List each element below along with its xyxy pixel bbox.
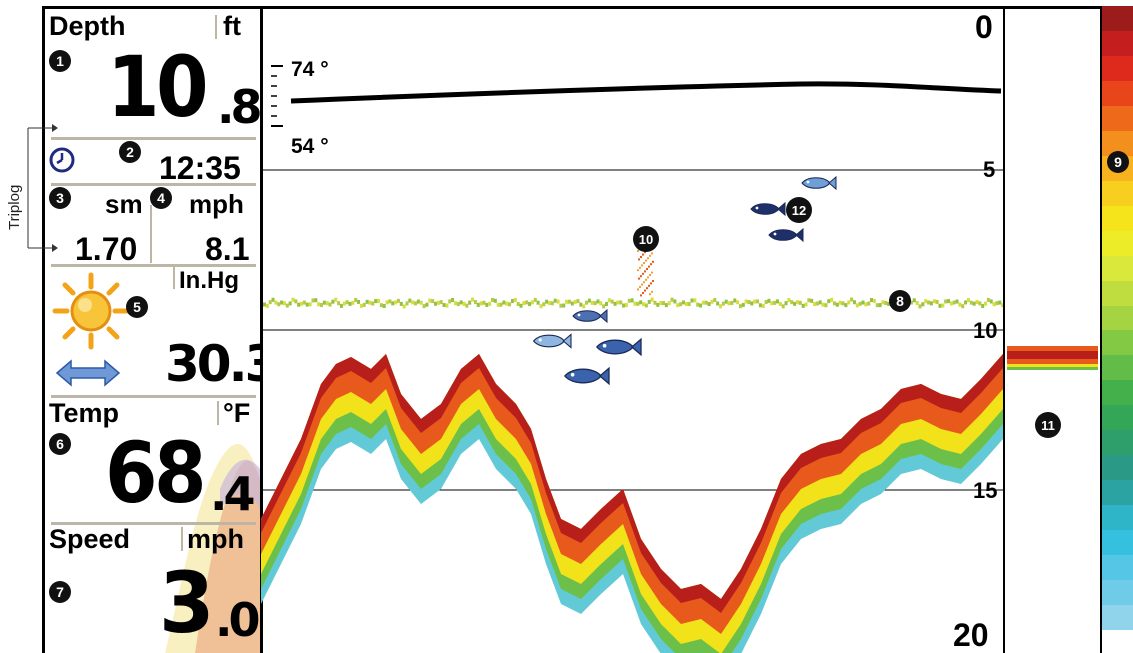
- fish-icon: [572, 308, 608, 324]
- depth-scale-0: 0: [975, 9, 993, 45]
- callout-8: 8: [889, 290, 911, 312]
- palette-swatch: [1102, 430, 1133, 456]
- palette-swatch: [1102, 30, 1133, 57]
- callout-6: 6: [49, 433, 71, 455]
- callout-2: 2: [119, 141, 141, 163]
- callout-10: 10: [633, 226, 659, 252]
- temperature-graph: [271, 65, 1002, 127]
- speed-unit: mph: [187, 524, 244, 554]
- palette-swatch: [1102, 480, 1133, 506]
- triplog-label: Triplog: [6, 184, 23, 230]
- time-value: 12:35: [159, 150, 241, 186]
- callout-4: 4: [150, 187, 172, 209]
- palette-swatch: [1102, 105, 1133, 132]
- fish-icon: [532, 333, 572, 349]
- fish-icon: [750, 201, 786, 217]
- depth-scale-15: 15: [973, 478, 998, 503]
- depth-unit: ft: [223, 11, 241, 41]
- palette-swatch: [1102, 255, 1133, 282]
- callout-3: 3: [49, 187, 71, 209]
- divider: [181, 527, 183, 551]
- temp-scale-bottom: 54 °: [291, 135, 329, 158]
- distance-value: 1.70: [75, 231, 138, 267]
- sonar-return-plume: [637, 250, 654, 297]
- callout-1: 1: [49, 50, 71, 72]
- pressure-value: 30.3: [165, 335, 260, 393]
- palette-swatch: [1102, 530, 1133, 556]
- callout-12: 12: [786, 197, 812, 223]
- palette-swatch: [1102, 405, 1133, 431]
- pressure-unit: In.Hg: [179, 267, 239, 294]
- palette-swatch: [1102, 555, 1133, 581]
- color-palette-bar: [1100, 6, 1133, 631]
- pressure-trend-arrow-icon: [55, 359, 121, 387]
- speed-small-value: 8.1: [205, 231, 250, 267]
- fishfinder-display: Depth ft 1 10 .8 2 12:35 3 sm 4 mph 1.70…: [0, 0, 1133, 653]
- temp-value-decimal: .4: [210, 467, 256, 521]
- palette-swatch: [1102, 80, 1133, 107]
- divider: [215, 15, 217, 39]
- callout-11: 11: [1035, 412, 1061, 438]
- palette-swatch: [1102, 205, 1133, 232]
- divider: [217, 401, 219, 425]
- temp-label: Temp: [49, 398, 120, 428]
- sun-icon: [52, 272, 130, 350]
- fish-icon: [563, 366, 610, 386]
- palette-swatch: [1102, 605, 1133, 631]
- palette-swatch: [1102, 355, 1133, 381]
- palette-swatch: [1102, 55, 1133, 82]
- divider: [51, 137, 256, 140]
- palette-swatch: [1102, 305, 1133, 331]
- fish-icon: [801, 175, 837, 191]
- palette-swatch: [1102, 580, 1133, 606]
- depth-scale-10: 10: [973, 318, 998, 343]
- speed-label: Speed: [49, 524, 131, 554]
- palette-swatch: [1102, 180, 1133, 207]
- temp-value-integer: 68: [105, 424, 207, 522]
- palette-swatch: [1102, 330, 1133, 356]
- real-time-sonar-column: 11: [1003, 6, 1102, 653]
- distance-unit: sm: [105, 189, 143, 219]
- fish-icon: [768, 227, 804, 243]
- bottom-contour: [261, 354, 1003, 653]
- callout-5: 5: [126, 296, 148, 318]
- divider: [150, 205, 152, 263]
- divider: [51, 183, 256, 186]
- depth-label: Depth: [49, 11, 126, 41]
- palette-swatch: [1102, 380, 1133, 406]
- digital-readout-panel: Depth ft 1 10 .8 2 12:35 3 sm 4 mph 1.70…: [42, 6, 263, 653]
- palette-swatch: [1102, 6, 1133, 32]
- divider: [173, 267, 175, 289]
- depth-value-integer: 10: [107, 38, 209, 136]
- palette-swatch: [1102, 505, 1133, 531]
- depth-value-decimal: .8: [217, 80, 260, 134]
- speed-value-decimal: .0: [215, 593, 260, 647]
- palette-swatch: [1102, 280, 1133, 306]
- fish-icon: [595, 337, 642, 357]
- water-temp-line: [290, 81, 1002, 104]
- palette-swatch: [1102, 230, 1133, 257]
- sonar-history-view: 74 ° 54 ° 0 5 10 15 20 8 10 12: [261, 6, 1003, 653]
- temp-scale-top: 74 °: [291, 58, 329, 81]
- callout-7: 7: [49, 581, 71, 603]
- speed-small-unit: mph: [189, 189, 244, 219]
- depth-scale-20: 20: [953, 617, 989, 653]
- clock-icon: [49, 147, 75, 173]
- temp-unit: °F: [223, 398, 251, 428]
- speed-value-integer: 3: [159, 554, 215, 652]
- callout-9: 9: [1107, 151, 1129, 173]
- depth-scale-5: 5: [983, 157, 996, 182]
- palette-swatch: [1102, 455, 1133, 481]
